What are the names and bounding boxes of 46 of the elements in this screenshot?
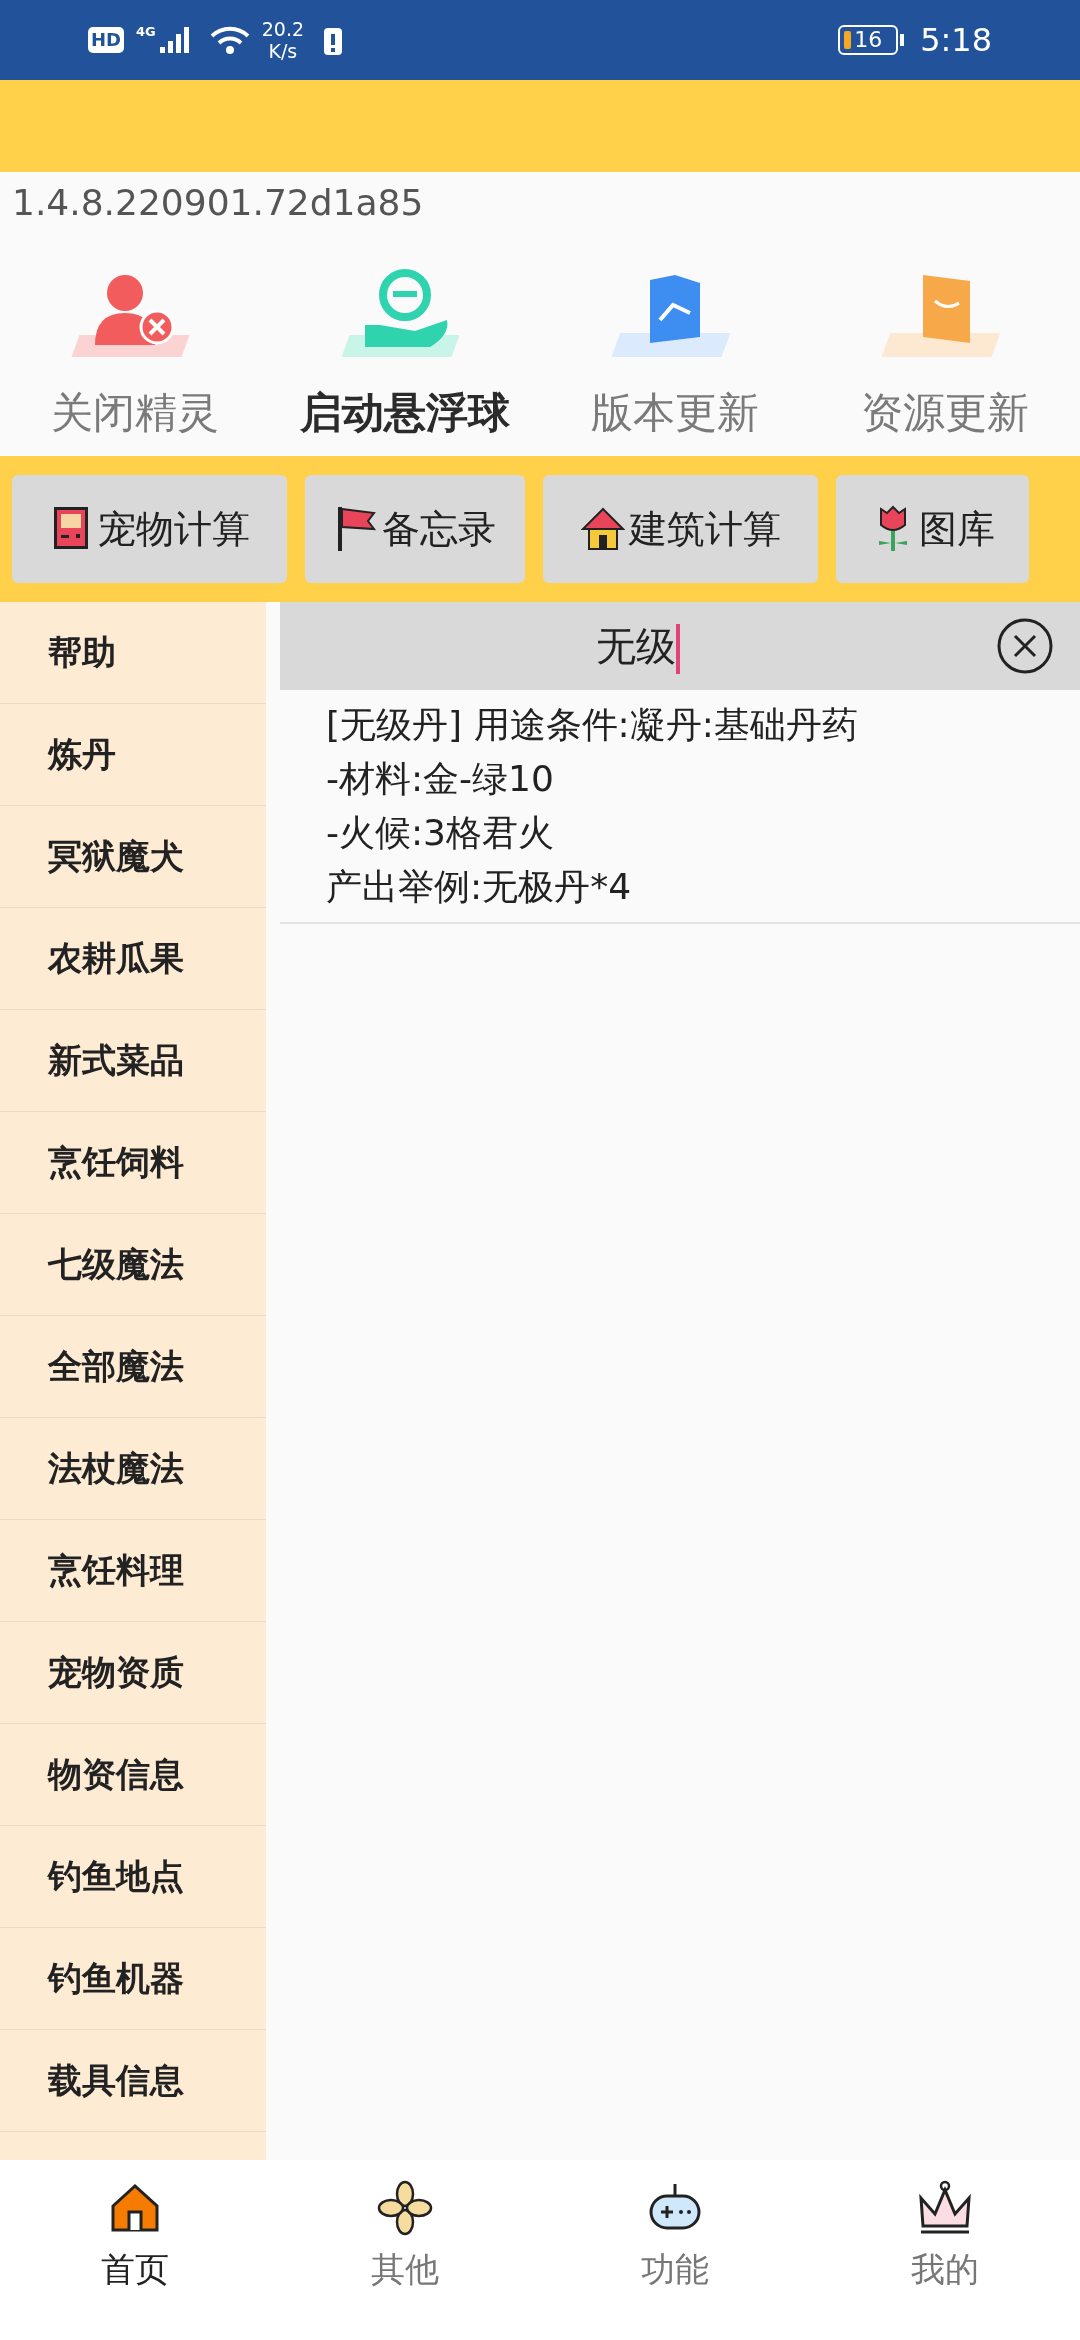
crown-icon xyxy=(917,2180,973,2236)
sidebar-item[interactable]: 载具信息 xyxy=(0,2030,266,2132)
sidebar-item[interactable]: 烹饪料理 xyxy=(0,1520,266,1622)
tool-button[interactable]: 图库 xyxy=(836,475,1029,583)
action-button[interactable]: 资源更新 xyxy=(861,381,1029,444)
network-type: 4G xyxy=(136,23,156,41)
sidebar-item[interactable]: 农耕瓜果 xyxy=(0,908,266,1010)
tool-button[interactable]: 建筑计算 xyxy=(543,475,818,583)
result-line: 产出举例:无极丹*4 xyxy=(326,865,633,909)
version-text: 1.4.8.220901.72d1a85 xyxy=(12,181,424,225)
alert-icon xyxy=(324,25,343,55)
result-line: [无级丹] 用途条件:凝丹:基础丹药 xyxy=(326,703,859,747)
action-button[interactable]: 版本更新 xyxy=(591,381,759,444)
sidebar-item[interactable]: 炼丹 xyxy=(0,704,266,806)
nav-tab[interactable]: 首页 xyxy=(0,2180,270,2295)
nav-tab[interactable]: 其他 xyxy=(270,2180,540,2295)
sidebar-item[interactable]: 新式菜品 xyxy=(0,1010,266,1112)
sidebar-item[interactable]: 钓鱼地点 xyxy=(0,1826,266,1928)
sidebar-item[interactable]: 全部魔法 xyxy=(0,1316,266,1418)
hd-icon: HD xyxy=(88,27,124,53)
network-speed: 20.2 xyxy=(261,18,305,40)
sidebar-item[interactable]: 宠物资质 xyxy=(0,1622,266,1724)
nav-tab[interactable]: 功能 xyxy=(540,2180,810,2295)
house-icon xyxy=(580,505,625,553)
battery-icon: 16 xyxy=(838,25,899,55)
speed-unit: K/s xyxy=(268,40,298,62)
tool-button[interactable]: 备忘录 xyxy=(305,475,525,583)
sidebar-item[interactable]: 物资信息 xyxy=(0,1724,266,1826)
action-button[interactable]: 启动悬浮球 xyxy=(300,381,510,444)
result-line: -火候:3格君火 xyxy=(326,811,556,855)
clear-icon xyxy=(996,617,1054,675)
pinwheel-icon xyxy=(377,2180,433,2236)
nav-tab[interactable]: 我的 xyxy=(810,2180,1080,2295)
search-field[interactable]: 无级 xyxy=(280,602,1080,690)
sidebar-item[interactable]: 钓鱼机器 xyxy=(0,1928,266,2030)
sidebar-item[interactable]: 法杖魔法 xyxy=(0,1418,266,1520)
tool-button[interactable]: 宠物计算 xyxy=(12,475,287,583)
result-item[interactable]: [无级丹] 用途条件:凝丹:基础丹药 -材料:金-绿10 -火候:3格君火 产出举例:无极丹*4 xyxy=(280,690,1080,924)
sidebar-item[interactable]: 冥狱魔犬 xyxy=(0,806,266,908)
sidebar-item[interactable]: 帮助 xyxy=(0,602,266,704)
action-button[interactable]: 关闭精灵 xyxy=(51,381,219,444)
clock: 5:18 xyxy=(920,20,992,61)
result-line: -材料:金-绿10 xyxy=(326,757,555,801)
sidebar-item[interactable]: 七级魔法 xyxy=(0,1214,266,1316)
sidebar-item[interactable]: 烹饪饲料 xyxy=(0,1112,266,1214)
wifi-icon xyxy=(209,24,250,56)
